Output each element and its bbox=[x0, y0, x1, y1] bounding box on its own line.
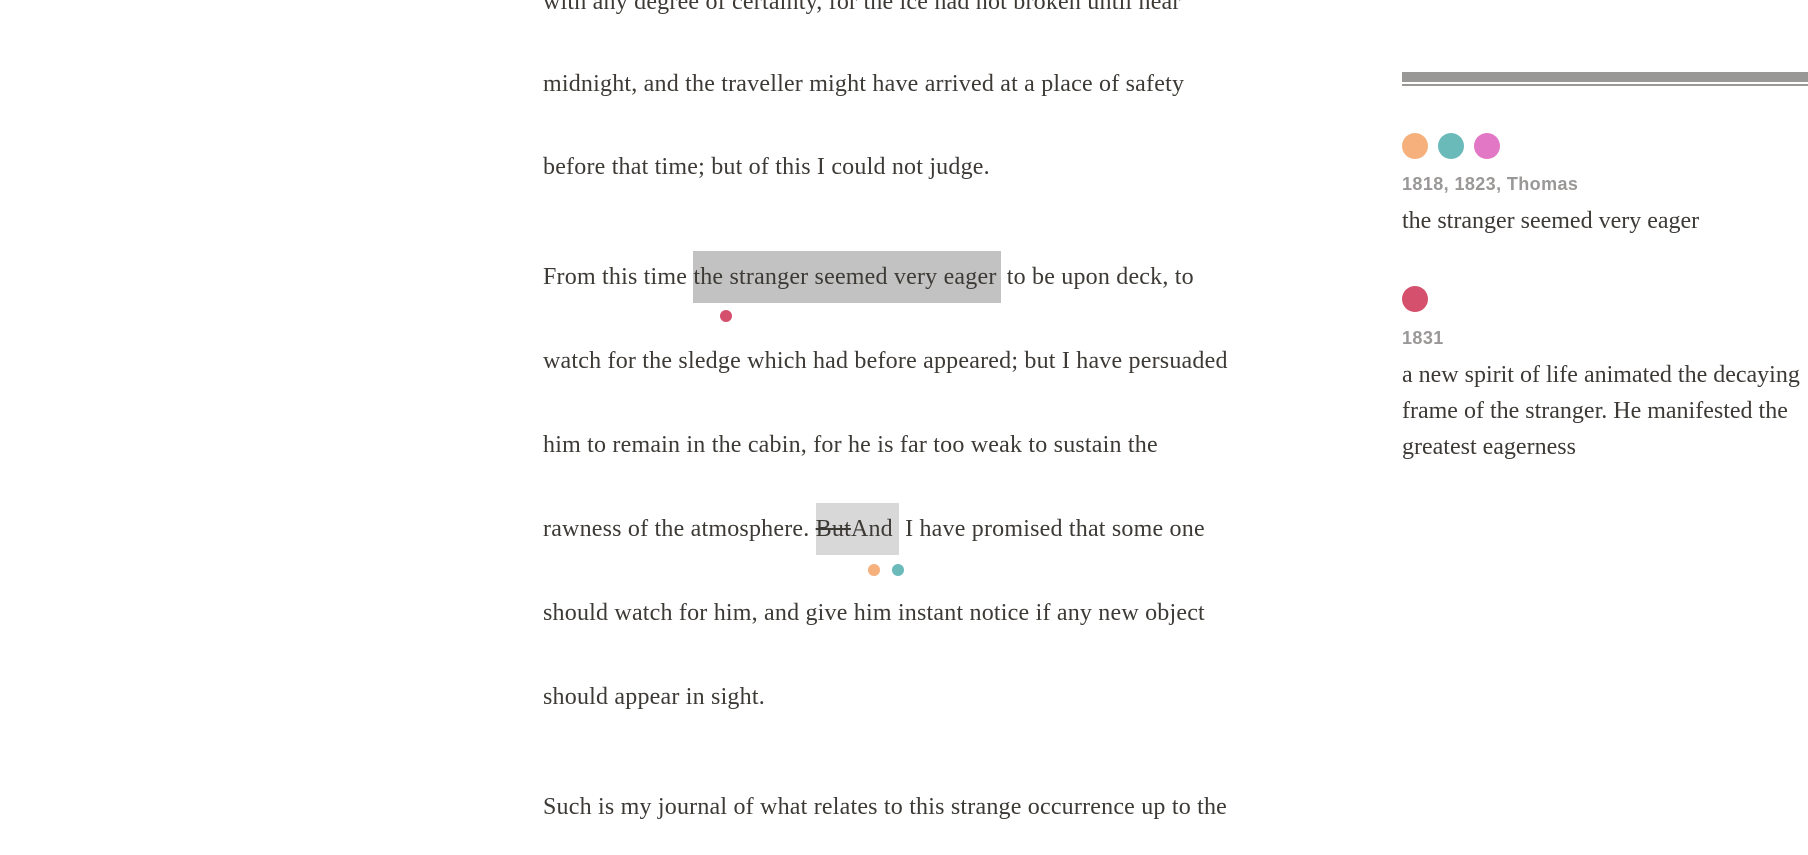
variant-dot-red[interactable] bbox=[1402, 286, 1428, 312]
text-segment: rawness of the atmosphere. bbox=[543, 516, 816, 542]
inserted-word: And bbox=[850, 516, 893, 542]
text-segment: to be upon deck, to bbox=[1000, 264, 1194, 290]
text-line: Such is my journal of what relates to th… bbox=[543, 794, 1228, 820]
sidebar-top-rule bbox=[1402, 84, 1808, 86]
variant-editions: 1818, 1823, Thomas bbox=[1402, 174, 1579, 194]
deleted-word: But bbox=[815, 516, 851, 542]
variant-editions: 1831 bbox=[1402, 328, 1444, 348]
text-line: should watch for him, and give him insta… bbox=[543, 600, 1205, 626]
text-segment: From this time bbox=[543, 264, 694, 290]
text-line: him to remain in the cabin, for he is fa… bbox=[543, 432, 1158, 458]
text-line: should appear in sight. bbox=[543, 684, 765, 710]
text-line: watch for the sledge which had before ap… bbox=[543, 348, 1228, 374]
highlight-text: the stranger seemed very eager bbox=[693, 264, 997, 290]
text-line: before that time; but of this I could no… bbox=[543, 154, 990, 180]
variant-dot-pink[interactable] bbox=[1474, 133, 1500, 159]
variants-sidebar: 1818, 1823, Thomas the stranger seemed v… bbox=[1402, 0, 1808, 855]
variant-marker-orange-dot[interactable] bbox=[868, 564, 880, 576]
variant-dot-orange[interactable] bbox=[1402, 133, 1428, 159]
variant-highlight-1818[interactable]: ButAnd bbox=[815, 503, 899, 555]
variant-dot-teal[interactable] bbox=[1438, 133, 1464, 159]
variant-marker-red-dot[interactable] bbox=[720, 310, 732, 322]
variant-text: the stranger seemed very eager bbox=[1402, 208, 1700, 234]
variant-text: a new spirit of life animated the decayi… bbox=[1402, 362, 1800, 460]
text-line: rawness of the atmosphere. ButAnd I have… bbox=[543, 503, 1205, 555]
text-segment: I have promised that some one bbox=[898, 516, 1205, 542]
variant-marker-teal-dot[interactable] bbox=[892, 564, 904, 576]
variant-highlight-1831[interactable]: the stranger seemed very eager bbox=[693, 251, 1001, 303]
text-line: midnight, and the traveller might have a… bbox=[543, 71, 1185, 97]
text-line: with any degree of certainty, for the ic… bbox=[543, 0, 1181, 15]
text-line: From this time the stranger seemed very … bbox=[543, 251, 1194, 303]
sidebar-top-bar bbox=[1402, 72, 1808, 82]
